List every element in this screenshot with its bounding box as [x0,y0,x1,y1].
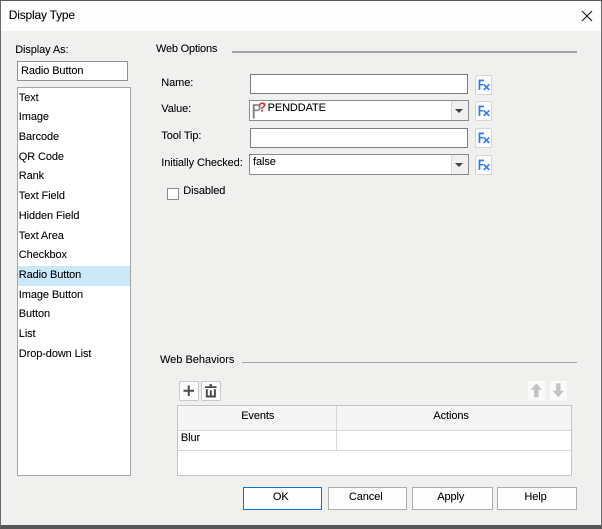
svg-text:?: ? [258,101,266,114]
